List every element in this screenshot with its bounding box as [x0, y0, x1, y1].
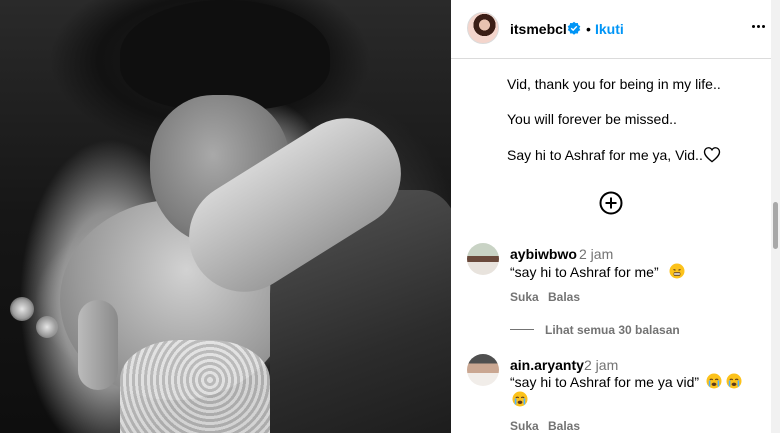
photo-shape [120, 340, 270, 433]
caption-line: Say hi to Ashraf for me ya, Vid.. [507, 147, 703, 163]
reply-comment-button[interactable]: Balas [548, 419, 580, 433]
separator-dot: • [586, 21, 591, 37]
photo-shape [120, 0, 330, 110]
author-username[interactable]: itsmebcl [510, 21, 567, 37]
more-options-icon[interactable] [748, 16, 768, 36]
view-replies-button[interactable]: Lihat semua 30 balasan [545, 323, 680, 337]
scrollbar-thumb[interactable] [773, 202, 778, 249]
commenter-avatar[interactable] [467, 243, 499, 275]
plus-circle-icon[interactable] [599, 191, 623, 215]
comment-text: “say hi to Ashraf for me” [510, 264, 659, 280]
caption-line: You will forever be missed.. [507, 111, 677, 127]
heart-outline-icon [703, 147, 721, 163]
like-comment-button[interactable]: Suka [510, 419, 539, 433]
verified-badge-icon [567, 21, 581, 35]
crying-face-emoji-icon [706, 373, 722, 389]
commenter-avatar[interactable] [467, 354, 499, 386]
comment-text: “say hi to Ashraf for me ya vid” [510, 374, 700, 390]
follow-button[interactable]: Ikuti [595, 21, 624, 37]
comment-time[interactable]: 2 jam [579, 246, 613, 262]
like-comment-button[interactable]: Suka [510, 290, 539, 304]
steam-face-emoji-icon [669, 263, 685, 279]
comment-time[interactable]: 2 jam [584, 357, 618, 373]
photo-bokeh [10, 297, 34, 321]
author-avatar[interactable] [467, 12, 499, 44]
photo-bokeh [36, 316, 58, 338]
replies-divider [510, 329, 534, 330]
scrollbar[interactable] [771, 0, 780, 433]
photo-shape [78, 300, 118, 390]
post-photo[interactable] [0, 0, 451, 433]
post-side-panel: itsmebcl • Ikuti Vid, thank you for bein… [451, 0, 780, 433]
comment-username[interactable]: aybiwbwo [510, 246, 577, 262]
reply-comment-button[interactable]: Balas [548, 290, 580, 304]
comment-username[interactable]: ain.aryanty [510, 357, 584, 373]
post-header: itsmebcl • Ikuti [451, 0, 780, 59]
crying-face-emoji-icon [726, 373, 742, 389]
caption-line: Vid, thank you for being in my life.. [507, 76, 721, 92]
crying-face-emoji-icon [512, 391, 528, 407]
